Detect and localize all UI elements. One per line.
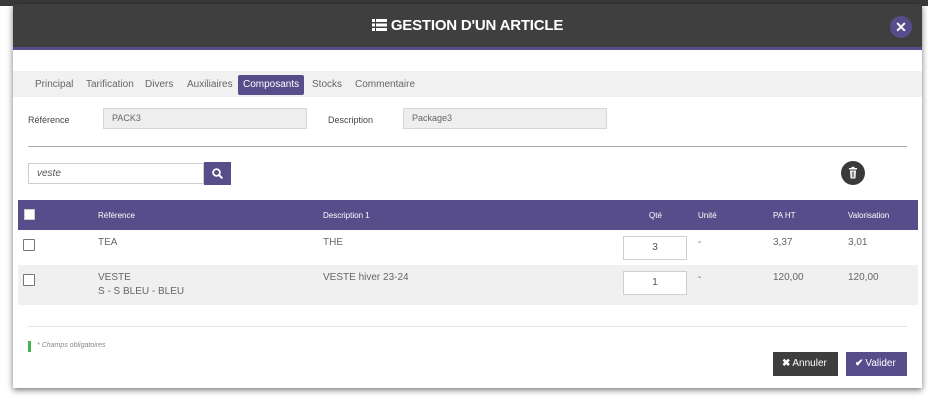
tab-tarification[interactable]: Tarification xyxy=(81,75,139,95)
row-valorisation: 3,01 xyxy=(848,237,868,248)
footer-divider xyxy=(28,326,907,327)
modal-header: GESTION D'UN ARTICLE ✕ xyxy=(13,4,922,50)
row-unit: - xyxy=(698,272,702,283)
modal-title-text: GESTION D'UN ARTICLE xyxy=(390,17,564,34)
tab-stocks[interactable]: Stocks xyxy=(307,75,347,95)
row-valorisation: 120,00 xyxy=(848,272,879,283)
check-icon: ✔ xyxy=(855,358,864,369)
mandatory-marker xyxy=(28,341,31,352)
column-unit: Unité xyxy=(698,211,717,220)
row-checkbox[interactable] xyxy=(23,239,35,251)
row-reference: VESTE xyxy=(98,272,131,283)
trash-icon xyxy=(849,166,857,179)
x-icon: ✖ xyxy=(782,358,791,369)
search-input[interactable]: veste xyxy=(28,163,204,184)
row-checkbox[interactable] xyxy=(23,274,35,286)
tab-divers[interactable]: Divers xyxy=(140,75,178,95)
cancel-button[interactable]: ✖ Annuler xyxy=(773,352,838,376)
column-reference: Référence xyxy=(98,211,135,220)
article-modal: GESTION D'UN ARTICLE ✕ Principal Tarific… xyxy=(13,4,922,388)
description-label: Description xyxy=(328,115,374,125)
column-description: Description 1 xyxy=(323,211,370,220)
reference-label: Référence xyxy=(28,115,70,125)
search-button[interactable] xyxy=(204,162,231,185)
row-description: THE xyxy=(323,237,343,248)
tab-principal[interactable]: Principal xyxy=(30,75,78,95)
modal-title: GESTION D'UN ARTICLE xyxy=(13,17,922,34)
delete-button[interactable] xyxy=(841,161,865,185)
table-list-icon xyxy=(371,19,387,31)
tab-commentaire[interactable]: Commentaire xyxy=(350,75,420,95)
search-icon xyxy=(212,168,223,179)
row-unit: - xyxy=(698,237,702,248)
column-valorisation: Valorisation xyxy=(848,211,890,220)
close-button[interactable]: ✕ xyxy=(890,16,912,38)
close-icon: ✕ xyxy=(895,19,907,35)
column-qty: Qté xyxy=(649,211,662,220)
row-reference: TEA xyxy=(98,237,118,248)
row-variant: S - S BLEU - BLEU xyxy=(98,286,185,297)
row-description: VESTE hiver 23-24 xyxy=(323,272,409,283)
column-pa-ht: PA HT xyxy=(773,211,796,220)
validate-label: Valider xyxy=(865,358,896,369)
divider xyxy=(28,146,907,147)
cancel-label: Annuler xyxy=(792,358,827,369)
row-pa-ht: 3,37 xyxy=(773,237,793,248)
table-row: VESTE S - S BLEU - BLEU VESTE hiver 23-2… xyxy=(18,265,918,305)
reference-field: PACK3 xyxy=(103,108,307,129)
table-row: TEA THE 3 - 3,37 3,01 xyxy=(18,230,918,265)
tab-bar: Principal Tarification Divers Auxiliaire… xyxy=(13,71,922,97)
tab-composants[interactable]: Composants xyxy=(238,75,305,95)
qty-input[interactable]: 3 xyxy=(623,236,687,260)
row-pa-ht: 120,00 xyxy=(773,272,804,283)
tab-auxiliaires[interactable]: Auxiliaires xyxy=(182,75,238,95)
description-field: Package3 xyxy=(403,108,607,129)
mandatory-note: * Champs obligatoires xyxy=(37,342,106,349)
validate-button[interactable]: ✔ Valider xyxy=(846,352,907,376)
select-all-checkbox[interactable] xyxy=(24,209,35,220)
table-header: Référence Description 1 Qté Unité PA HT … xyxy=(18,200,918,230)
qty-input[interactable]: 1 xyxy=(623,271,687,295)
